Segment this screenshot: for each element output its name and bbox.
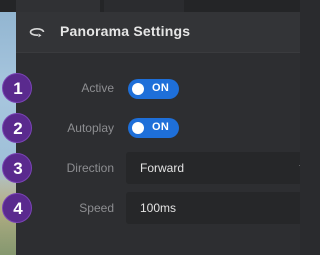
panel-title: Panorama Settings — [60, 23, 191, 39]
active-label: Active — [81, 81, 114, 95]
autoplay-toggle[interactable]: ON — [128, 118, 179, 138]
step-badge-number: 3 — [13, 159, 23, 178]
toggle-state: ON — [152, 82, 170, 94]
chevron-down-icon[interactable] — [299, 165, 300, 170]
step-badge-2: 2 — [2, 113, 32, 143]
speed-label: Speed — [79, 201, 114, 215]
step-badge-1: 1 — [2, 73, 32, 103]
panel-header[interactable]: Panorama Settings — [16, 12, 300, 53]
panorama-settings-screen: Panorama Settings 1 Active ON 2 Autoplay… — [0, 0, 300, 255]
speed-value: 100ms — [140, 201, 177, 215]
direction-select[interactable]: Forward — [126, 152, 300, 184]
step-badge-4: 4 — [2, 193, 32, 223]
toggle-knob — [132, 122, 144, 134]
direction-value: Forward — [140, 161, 185, 175]
step-badge-number: 1 — [13, 79, 23, 98]
toolbar-tab[interactable] — [16, 0, 100, 12]
settings-panel: Panorama Settings 1 Active ON 2 Autoplay… — [2, 12, 300, 255]
step-badge-3: 3 — [2, 153, 32, 183]
toggle-state: ON — [152, 121, 170, 133]
speed-input[interactable]: 100ms — [126, 192, 300, 224]
top-toolbar — [0, 0, 300, 12]
step-badge-number: 4 — [13, 199, 23, 218]
toolbar-tab[interactable] — [104, 0, 184, 12]
step-badge-number: 2 — [13, 119, 23, 138]
toggle-knob — [132, 83, 144, 95]
direction-label: Direction — [66, 161, 114, 175]
active-toggle[interactable]: ON — [128, 79, 179, 99]
panorama-rotate-icon — [29, 27, 45, 38]
autoplay-label: Autoplay — [67, 121, 114, 135]
